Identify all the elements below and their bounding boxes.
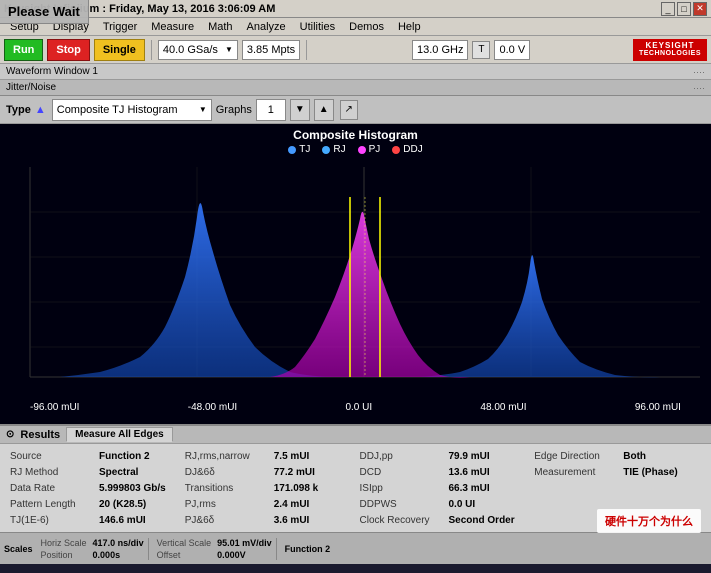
result-isi-pp: ISIpp 66.3 mUI	[360, 480, 527, 496]
frequency-field[interactable]: 13.0 GHz	[412, 40, 468, 60]
legend-pj: PJ	[358, 144, 381, 155]
menu-bar: Setup Display Trigger Measure Math Analy…	[0, 18, 711, 36]
results-col-3: DDJ,pp 79.9 mUI DCD 13.6 mUI ISIpp 66.3 …	[356, 448, 531, 528]
results-label: Results	[20, 429, 60, 441]
watermark: 硬件十万个为什么	[597, 509, 701, 533]
result-ddj-pp: DDJ,pp 79.9 mUI	[360, 448, 527, 464]
center-pj-curve	[270, 212, 470, 378]
jitter-resize-handle[interactable]: ····	[693, 83, 705, 93]
result-ddpws: DDPWS 0.0 UI	[360, 496, 527, 512]
graphs-up-button[interactable]: ▲	[314, 99, 334, 121]
legend-pj-dot	[358, 146, 366, 154]
x-label-0: 0.0 UI	[345, 402, 372, 413]
chart-container: Composite Histogram TJ RJ PJ DDJ	[0, 124, 711, 424]
chart-title: Composite Histogram	[0, 124, 711, 142]
menu-help[interactable]: Help	[392, 20, 427, 34]
result-edge-direction: Edge Direction Both	[534, 448, 701, 464]
chart-legend: TJ RJ PJ DDJ	[0, 142, 711, 157]
type-selection-bar: Type ▲ Composite TJ Histogram ▼ Graphs 1…	[0, 96, 711, 124]
single-button[interactable]: Single	[94, 39, 145, 61]
menu-utilities[interactable]: Utilities	[294, 20, 341, 34]
x-label-pos48: 48.00 mUI	[480, 402, 526, 413]
type-label: Type	[6, 104, 31, 116]
vert-scale-values: 95.01 mV/div 0.000V	[217, 538, 272, 560]
results-header: ⊙ Results Measure All Edges	[0, 426, 711, 444]
histogram-chart	[0, 157, 711, 397]
toolbar: Run Stop Single 40.0 GSa/s ▼ 3.85 Mpts 1…	[0, 36, 711, 64]
separator-1	[151, 40, 152, 60]
horiz-scale-col: Horiz Scale Position	[41, 538, 87, 560]
type-dropdown[interactable]: Composite TJ Histogram ▼	[52, 99, 212, 121]
left-bell-curve	[60, 203, 340, 377]
result-pj-rms: PJ,rms 2.4 mUI	[185, 496, 352, 512]
legend-rj: RJ	[322, 144, 345, 155]
freq-t-button[interactable]: T	[472, 41, 490, 59]
menu-trigger[interactable]: Trigger	[97, 20, 143, 34]
jitter-noise-bar: Jitter/Noise ····	[0, 80, 711, 96]
sample-rate-field[interactable]: 40.0 GSa/s ▼	[158, 40, 238, 60]
legend-tj-dot	[288, 146, 296, 154]
legend-tj: TJ	[288, 144, 310, 155]
status-bar: Waveform Window 1 ····	[0, 64, 711, 80]
horiz-info: Horiz Scale Position 417.0 ns/div 0.000s	[41, 538, 149, 560]
result-transitions: Transitions 171.098 k	[185, 480, 352, 496]
result-pj-6delta: PJ&6δ 3.6 mUI	[185, 512, 352, 528]
vert-info: Vertical Scale Offset 95.01 mV/div 0.000…	[157, 538, 277, 560]
minimize-button[interactable]: _	[661, 2, 675, 16]
separator-2	[306, 40, 307, 60]
jitter-noise-label: Jitter/Noise	[6, 82, 56, 93]
please-wait-overlay: Please Wait	[0, 0, 89, 24]
result-measurement: Measurement TIE (Phase)	[534, 464, 701, 480]
result-source: Source Function 2	[10, 448, 177, 464]
result-dj: DJ&6δ 77.2 mUI	[185, 464, 352, 480]
menu-math[interactable]: Math	[202, 20, 238, 34]
maximize-button[interactable]: □	[677, 2, 691, 16]
right-bell-curve	[420, 255, 700, 377]
histogram-icon: ▲	[35, 104, 46, 116]
window-controls: _ □ ✕	[661, 2, 707, 16]
expand-button[interactable]: ↗	[340, 100, 358, 120]
result-dcd: DCD 13.6 mUI	[360, 464, 527, 480]
x-label-neg48: -48.00 mUI	[188, 402, 237, 413]
scales-label: Scales	[4, 544, 33, 554]
menu-measure[interactable]: Measure	[145, 20, 200, 34]
results-col-1: Source Function 2 RJ Method Spectral Dat…	[6, 448, 181, 528]
menu-analyze[interactable]: Analyze	[241, 20, 292, 34]
channel-info: Function 2	[285, 544, 331, 554]
graphs-label: Graphs	[216, 104, 252, 116]
x-label-pos96: 96.00 mUI	[635, 402, 681, 413]
voltage-field[interactable]: 0.0 V	[494, 40, 530, 60]
resize-handle[interactable]: ····	[693, 67, 705, 77]
results-footer: Scales Horiz Scale Position 417.0 ns/div…	[0, 532, 711, 564]
close-button[interactable]: ✕	[693, 2, 707, 16]
x-axis: -96.00 mUI -48.00 mUI 0.0 UI 48.00 mUI 9…	[0, 397, 711, 417]
result-data-rate: Data Rate 5.999803 Gb/s	[10, 480, 177, 496]
legend-ddj-dot	[392, 146, 400, 154]
graphs-count: 1	[256, 99, 286, 121]
result-tj: TJ(1E-6) 146.6 mUI	[10, 512, 177, 528]
legend-rj-dot	[322, 146, 330, 154]
results-col-2: RJ,rms,narrow 7.5 mUI DJ&6δ 77.2 mUI Tra…	[181, 448, 356, 528]
result-rj-rms: RJ,rms,narrow 7.5 mUI	[185, 448, 352, 464]
graphs-down-button[interactable]: ▼	[290, 99, 310, 121]
stop-button[interactable]: Stop	[47, 39, 89, 61]
result-rj-method: RJ Method Spectral	[10, 464, 177, 480]
keysight-logo: KEYSIGHT TECHNOLOGIES	[633, 39, 707, 61]
mem-depth-field[interactable]: 3.85 Mpts	[242, 40, 300, 60]
measure-all-edges-tab[interactable]: Measure All Edges	[66, 427, 173, 442]
vert-scale-col: Vertical Scale Offset	[157, 538, 212, 560]
run-button[interactable]: Run	[4, 39, 43, 61]
x-label-neg96: -96.00 mUI	[30, 402, 79, 413]
waveform-window-label: Waveform Window 1	[6, 66, 98, 77]
results-panel: ⊙ Results Measure All Edges Source Funct…	[0, 424, 711, 564]
please-wait-text: Please Wait	[8, 4, 80, 19]
horiz-scale-values: 417.0 ns/div 0.000s	[93, 538, 144, 560]
result-pattern-length: Pattern Length 20 (K28.5)	[10, 496, 177, 512]
result-clock-recovery: Clock Recovery Second Order	[360, 512, 527, 528]
title-bar: Keysight Infiniium : Friday, May 13, 201…	[0, 0, 711, 18]
results-icon: ⊙	[6, 429, 14, 440]
legend-ddj: DDJ	[392, 144, 422, 155]
menu-demos[interactable]: Demos	[343, 20, 390, 34]
